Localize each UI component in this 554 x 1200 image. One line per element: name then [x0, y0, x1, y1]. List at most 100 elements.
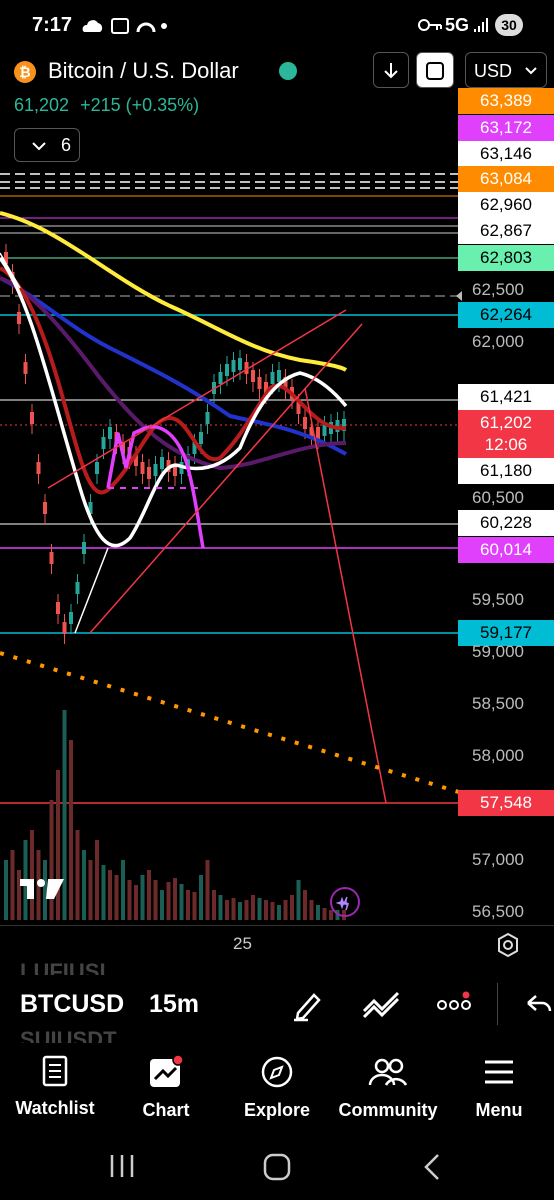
indicators-icon[interactable]: [362, 989, 402, 1021]
volume-bar: [277, 905, 281, 920]
time-axis-label: 25: [233, 934, 252, 953]
price-label: 57,548: [458, 790, 554, 816]
price-label: 63,389: [458, 88, 554, 114]
download-button[interactable]: [373, 52, 409, 88]
candle-body: [225, 364, 229, 376]
key-icon: [418, 19, 442, 31]
symbol-title[interactable]: Bitcoin / U.S. Dollar: [48, 58, 239, 84]
candle-body: [205, 412, 210, 424]
wedge-line: [74, 547, 109, 634]
axis-marker-icon: [456, 291, 462, 301]
recent-apps-icon[interactable]: [108, 1153, 136, 1179]
volume-bar: [127, 880, 132, 920]
back-icon[interactable]: [420, 1152, 444, 1182]
price-label: 12:06: [458, 432, 554, 458]
screenshot-icon: [111, 18, 129, 34]
volume-bar: [69, 740, 73, 920]
candle-body: [69, 612, 73, 624]
price-tick: 58,000: [472, 746, 524, 765]
assistant-button[interactable]: [330, 887, 360, 917]
level-lines: [0, 173, 462, 804]
volume-bar: [322, 908, 327, 920]
status-icons: [82, 18, 167, 34]
nav-menu[interactable]: Menu: [444, 1055, 554, 1121]
system-navigation: [0, 1135, 554, 1200]
candle-body: [316, 427, 320, 439]
cloud-icon: [82, 20, 103, 32]
status-bar: 7:17 5G 30: [0, 0, 554, 48]
volume-bar: [121, 860, 125, 920]
price-tick: 57,000: [472, 850, 524, 869]
price-tick: 59,000: [472, 642, 524, 661]
candle-body: [56, 602, 60, 614]
more-options-icon[interactable]: [437, 991, 473, 1015]
ma-yellow-line: [0, 211, 348, 372]
app-icon: [136, 22, 156, 33]
price-label: 62,264: [458, 302, 554, 328]
volume-bar: [231, 898, 236, 920]
volume-bar: [238, 902, 242, 920]
candle-body: [30, 412, 34, 424]
undo-icon[interactable]: [526, 993, 552, 1017]
candlesticks: [4, 244, 346, 644]
nav-explore-label: Explore: [243, 1100, 311, 1120]
tradingview-logo: [20, 879, 64, 899]
candle-body: [160, 457, 164, 469]
candle-body: [303, 417, 307, 429]
candle-body: [231, 360, 236, 372]
volume-bar: [153, 880, 158, 920]
signal-icon: [474, 18, 488, 32]
home-icon[interactable]: [262, 1152, 292, 1182]
target-projection-line: [304, 387, 387, 804]
candle-body: [101, 437, 106, 449]
candle-body: [95, 462, 99, 474]
symbol-name[interactable]: BTCUSD: [20, 990, 124, 1019]
compass-icon: [261, 1056, 293, 1088]
nav-explore[interactable]: Explore: [222, 1055, 332, 1121]
bitcoin-icon: ₿: [14, 61, 36, 83]
symbol-toolbar: LUFIUSI BTCUSD SUIUSDT 15m: [0, 959, 554, 1045]
candle-body: [199, 432, 203, 444]
candle-body: [238, 358, 242, 370]
candle-body: [277, 370, 281, 382]
nav-community-label: Community: [338, 1100, 438, 1120]
volume-bar: [160, 890, 164, 920]
price-label: 60,228: [458, 510, 554, 536]
toolbar-divider: [497, 983, 498, 1025]
candle-body: [36, 462, 41, 474]
nav-watchlist[interactable]: Watchlist: [0, 1055, 110, 1119]
volume-bar: [179, 884, 184, 920]
volume-bar: [244, 900, 249, 920]
price-tick: 62,000: [472, 332, 524, 351]
nav-chart[interactable]: Chart: [111, 1054, 221, 1121]
currency-select[interactable]: USD: [465, 52, 547, 88]
volume-bar: [212, 890, 216, 920]
indicator-lines: [0, 211, 348, 549]
volume-bar: [166, 882, 171, 920]
volume-bar: [134, 885, 138, 920]
candle-body: [75, 582, 80, 594]
drawing-pen-icon[interactable]: [290, 987, 326, 1023]
network-type: 5G: [445, 15, 470, 35]
volume-bar: [290, 895, 294, 920]
nav-community[interactable]: Community: [333, 1055, 443, 1121]
symbol-next[interactable]: SUIUSDT: [20, 1027, 117, 1043]
volume-bar: [296, 880, 301, 920]
candle-body: [153, 464, 158, 476]
candle-body: [270, 372, 275, 384]
volume-bar: [309, 900, 314, 920]
price-chart[interactable]: [0, 88, 462, 928]
candle-body: [62, 622, 67, 634]
volume-bar: [114, 875, 119, 920]
volume-bar: [192, 892, 197, 920]
price-tick: 60,500: [472, 488, 524, 507]
symbol-prev[interactable]: LUFIUSI: [20, 959, 106, 975]
watchlist-icon: [42, 1055, 68, 1087]
price-label: 62,960: [458, 192, 554, 218]
fullscreen-button[interactable]: [416, 52, 454, 88]
interval-button[interactable]: 15m: [149, 990, 199, 1019]
volume-bar: [257, 898, 262, 920]
candle-body: [251, 370, 255, 382]
price-tick: 59,500: [472, 590, 524, 609]
chart-settings-icon[interactable]: [495, 932, 521, 958]
